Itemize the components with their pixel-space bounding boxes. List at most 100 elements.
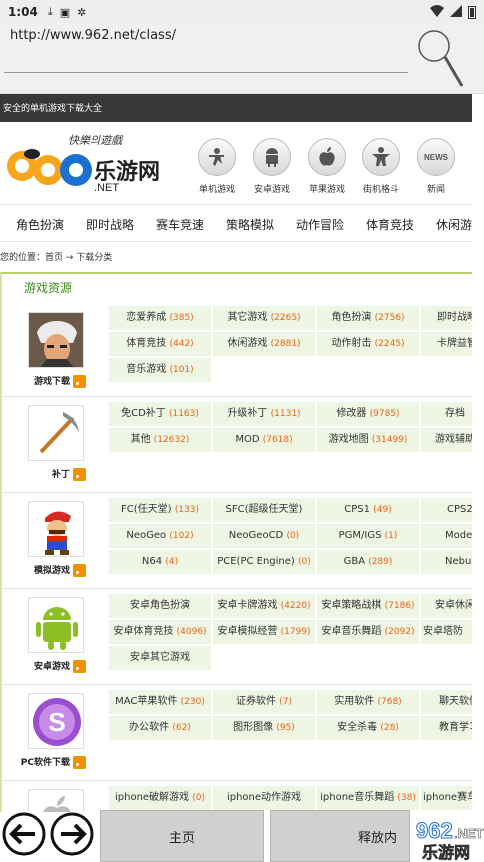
section-label[interactable]: 安卓游戏 <box>2 659 86 673</box>
purple-s-icon[interactable]: S <box>28 693 84 749</box>
resource-item[interactable]: Model <box>421 524 472 548</box>
watermark-logo: 962 .NET 乐游网 <box>410 808 484 862</box>
category-casual[interactable]: 休闲游戏 <box>436 216 472 233</box>
resource-item[interactable]: 其它游戏 (2265) <box>213 306 315 330</box>
nav-label: 苹果游戏 <box>308 185 345 195</box>
nav-arcade-fighting[interactable]: 街机格斗 <box>356 138 406 195</box>
resource-item[interactable]: CPS2 <box>421 498 472 522</box>
resource-item[interactable]: 即时战略 <box>421 306 472 330</box>
resource-item[interactable]: 角色扮演 (2756) <box>317 306 419 330</box>
url-input[interactable]: http://www.962.net/class/ <box>10 28 176 43</box>
section-label[interactable]: 补丁 <box>2 467 86 481</box>
resource-item[interactable]: 安卓角色扮演 <box>109 594 211 618</box>
nav-apple-games[interactable]: 苹果游戏 <box>302 138 352 195</box>
resource-item[interactable]: NeoGeoCD (0) <box>213 524 315 548</box>
battery-icon <box>468 5 476 19</box>
nav-label: 新闻 <box>426 185 445 195</box>
resource-item[interactable]: 图形图像 (95) <box>213 716 315 740</box>
resource-item[interactable]: NeoGeo (102) <box>109 524 211 548</box>
category-strategy[interactable]: 策略模拟 <box>226 216 274 233</box>
resource-item[interactable]: 音乐游戏 (101) <box>109 358 211 382</box>
section-emulators: 模拟游戏 FC(任天堂) (133) SFC(超级任天堂) CPS1 (49) … <box>2 492 472 588</box>
arrow-left-icon <box>2 812 46 856</box>
resource-item[interactable]: 体育竞技 (442) <box>109 332 211 356</box>
rss-icon[interactable] <box>73 756 86 769</box>
home-button[interactable]: 主页 <box>100 810 264 862</box>
nav-label: 安卓游戏 <box>253 185 290 195</box>
status-bar: 1:04 ⤓ ▣ ✲ <box>0 0 484 24</box>
resource-item[interactable]: 休闲游戏 (2881) <box>213 332 315 356</box>
pickaxe-icon[interactable] <box>28 405 84 461</box>
section-label[interactable]: 模拟游戏 <box>2 563 86 577</box>
rss-icon[interactable] <box>73 660 86 673</box>
android-robot-icon[interactable] <box>28 597 84 653</box>
panel-title: 游戏资源 <box>24 281 73 295</box>
nav-pc-games[interactable]: 单机游戏 <box>192 138 242 195</box>
resource-item[interactable]: MOD (7618) <box>213 428 315 452</box>
apple-icon <box>308 138 346 176</box>
rss-icon[interactable] <box>73 375 86 388</box>
nav-android-games[interactable]: 安卓游戏 <box>247 138 297 195</box>
resource-item[interactable]: 安卓策略战棋 (7186) <box>317 594 419 618</box>
category-rpg[interactable]: 角色扮演 <box>16 216 64 233</box>
section-label[interactable]: 游戏下载 <box>2 374 86 388</box>
site-logo[interactable]: 快樂의遊戲 乐游网 .NET <box>2 128 172 200</box>
resource-item[interactable]: N64 (4) <box>109 550 211 574</box>
resource-item[interactable]: 安卓体育竞技 (4096) <box>109 620 211 644</box>
section-label[interactable]: PC软件下载 <box>2 755 86 769</box>
resource-item[interactable]: 办公软件 (62) <box>109 716 211 740</box>
mario-icon[interactable] <box>28 501 84 557</box>
watermark-number: 962 <box>416 818 453 843</box>
resource-item[interactable]: 安卓塔防 <box>421 620 472 644</box>
resource-item[interactable]: 游戏辅助 <box>421 428 472 452</box>
resource-item[interactable]: PGM/IGS (1) <box>317 524 419 548</box>
resource-item[interactable]: 修改器 (9785) <box>317 402 419 426</box>
forward-button[interactable] <box>48 806 96 862</box>
resource-item[interactable]: 卡牌益智 <box>421 332 472 356</box>
resource-item[interactable]: PCE(PC Engine) (0) <box>213 550 315 574</box>
resource-item[interactable]: Nebula <box>421 550 472 574</box>
back-button[interactable] <box>0 806 48 862</box>
nav-news[interactable]: NEWS 新闻 <box>411 138 461 195</box>
download-icon: ⤓ <box>47 5 53 18</box>
resource-item[interactable]: 存档 <box>421 402 472 426</box>
resource-item[interactable]: GBA (289) <box>317 550 419 574</box>
svg-text:S: S <box>48 707 65 737</box>
status-time: 1:04 <box>8 5 38 19</box>
category-rts[interactable]: 即时战略 <box>86 216 134 233</box>
resource-item[interactable]: 安卓模拟经营 (1799) <box>213 620 315 644</box>
resource-item[interactable]: 安卓休闲 <box>421 594 472 618</box>
arrow-right-icon <box>50 812 94 856</box>
resource-item[interactable]: 实用软件 (768) <box>317 690 419 714</box>
resource-item[interactable]: 游戏地图 (31499) <box>317 428 419 452</box>
resource-item[interactable]: 证券软件 (7) <box>213 690 315 714</box>
fighter-avatar-icon[interactable] <box>28 312 84 368</box>
resource-item[interactable]: SFC(超级任天堂) <box>213 498 315 522</box>
resource-item[interactable]: 升级补丁 (1131) <box>213 402 315 426</box>
resource-item[interactable]: 其他 (12632) <box>109 428 211 452</box>
resource-item[interactable]: 安卓音乐舞蹈 (2092) <box>317 620 419 644</box>
section-android: 安卓游戏 安卓角色扮演 安卓卡牌游戏 (4220) 安卓策略战棋 (7186) … <box>2 588 472 684</box>
resource-item[interactable]: 教育学习 <box>421 716 472 740</box>
resource-item[interactable]: FC(任天堂) (133) <box>109 498 211 522</box>
soldier-icon <box>198 138 236 176</box>
category-racing[interactable]: 赛车竞速 <box>156 216 204 233</box>
category-sports[interactable]: 体育竞技 <box>366 216 414 233</box>
rss-icon[interactable] <box>73 468 86 481</box>
resource-item[interactable]: CPS1 (49) <box>317 498 419 522</box>
resource-item[interactable]: 安卓卡牌游戏 (4220) <box>213 594 315 618</box>
category-action[interactable]: 动作冒险 <box>296 216 344 233</box>
release-button[interactable]: 释放内 <box>270 810 410 862</box>
search-button[interactable] <box>412 24 470 92</box>
resource-item[interactable]: 安全杀毒 (28) <box>317 716 419 740</box>
logo-domain: .NET <box>94 182 120 194</box>
resource-item[interactable]: 聊天软件 <box>421 690 472 714</box>
phantom-icon: ✲ <box>77 5 87 19</box>
resource-item[interactable]: 恋爱养成 (385) <box>109 306 211 330</box>
resource-item[interactable]: MAC苹果软件 (230) <box>109 690 211 714</box>
resource-item[interactable]: 动作射击 (2245) <box>317 332 419 356</box>
site-tagline: 安全的单机游戏下载大全 <box>0 94 472 122</box>
resource-item[interactable]: 免CD补丁 (1163) <box>109 402 211 426</box>
rss-icon[interactable] <box>73 564 86 577</box>
resource-item[interactable]: 安卓其它游戏 <box>109 646 211 670</box>
